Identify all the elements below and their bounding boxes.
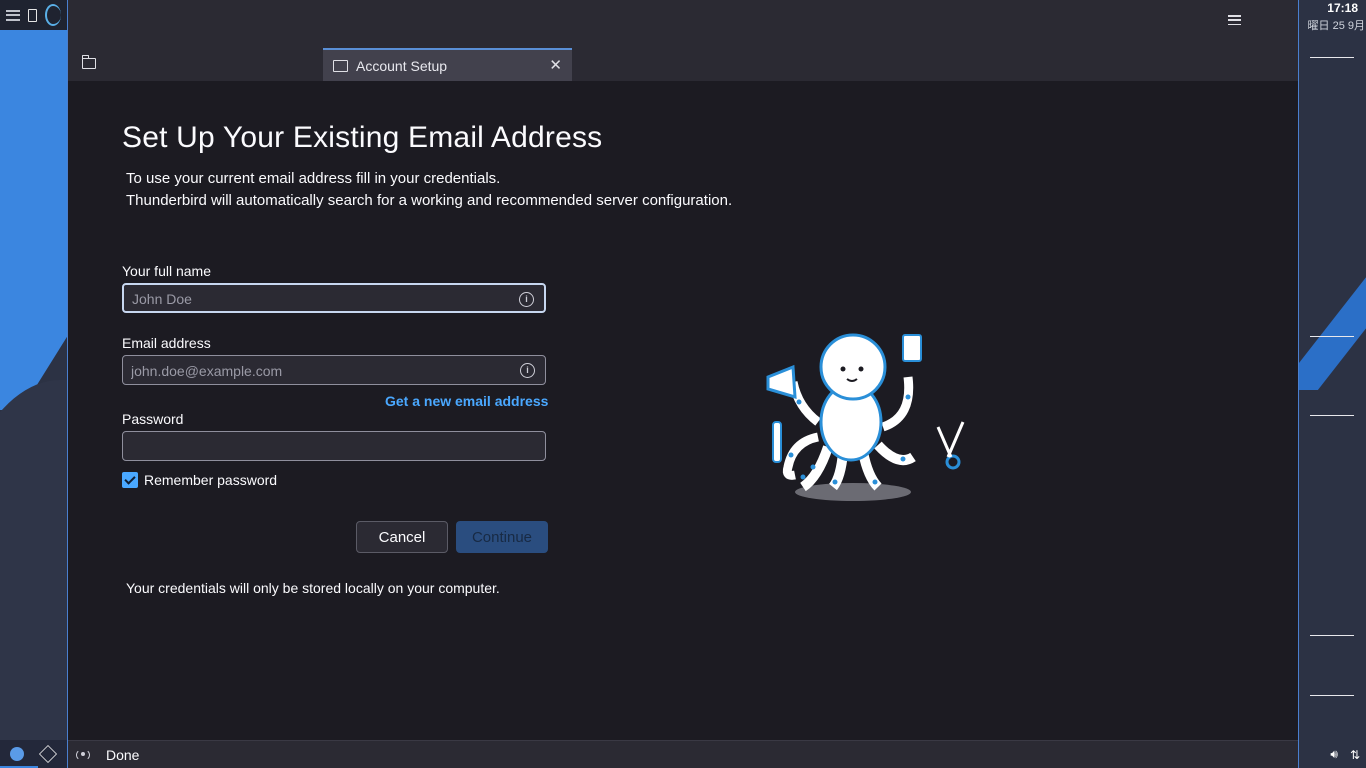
- name-label: Your full name: [122, 263, 211, 279]
- remember-password-label[interactable]: Remember password: [144, 472, 277, 488]
- password-label: Password: [122, 411, 184, 427]
- cancel-button[interactable]: Cancel: [356, 521, 448, 553]
- network-activity-icon: [76, 748, 90, 761]
- tab-strip: Account Setup ✕: [68, 44, 1298, 82]
- folder-icon[interactable]: [81, 55, 96, 69]
- app-launcher-icon[interactable]: [45, 4, 61, 26]
- name-input[interactable]: [124, 285, 514, 313]
- page-title: Set Up Your Existing Email Address: [122, 121, 603, 154]
- browser-icon[interactable]: [10, 747, 24, 761]
- code-editor-icon[interactable]: [38, 744, 58, 764]
- network-icon[interactable]: ⇅: [1350, 748, 1360, 762]
- panel-divider: [1310, 336, 1354, 337]
- credentials-note: Your credentials will only be stored loc…: [126, 580, 500, 596]
- info-icon[interactable]: i: [520, 363, 535, 378]
- hamburger-menu-icon[interactable]: [1228, 15, 1241, 25]
- close-icon[interactable]: ✕: [549, 56, 562, 74]
- status-text: Done: [106, 746, 140, 763]
- email-label: Email address: [122, 335, 211, 351]
- volume-icon[interactable]: 🔊︎: [1330, 747, 1338, 762]
- info-icon[interactable]: i: [519, 292, 534, 307]
- window-switcher-icon[interactable]: [28, 8, 37, 22]
- clock[interactable]: 17:18: [1327, 1, 1358, 15]
- thunderbird-window: Account Setup ✕ Set Up Your Existing Ema…: [67, 0, 1299, 768]
- title-bar: [68, 0, 1298, 44]
- email-field-wrapper: i: [122, 355, 546, 386]
- subtitle-line: Thunderbird will automatically search fo…: [126, 192, 733, 209]
- password-input[interactable]: [123, 432, 513, 462]
- tab-account-setup[interactable]: Account Setup ✕: [323, 48, 572, 81]
- email-input[interactable]: [123, 356, 513, 386]
- tab-label: Account Setup: [356, 57, 448, 74]
- app-menu-icon[interactable]: [6, 9, 20, 21]
- continue-button[interactable]: Continue: [456, 521, 548, 553]
- subtitle-line: To use your current email address fill i…: [126, 170, 501, 187]
- get-new-email-link[interactable]: Get a new email address: [385, 393, 548, 409]
- panel-divider: [1310, 415, 1354, 416]
- account-setup-content: Set Up Your Existing Email Address To us…: [68, 81, 1298, 741]
- panel-divider: [1310, 695, 1354, 696]
- status-bar: Done: [68, 740, 1298, 768]
- mail-icon: [333, 59, 348, 72]
- date: 曜日 25 9月: [1307, 20, 1365, 32]
- panel-divider: [1310, 635, 1354, 636]
- octopus-mascot-illustration: [766, 333, 965, 501]
- system-top-panel: [0, 0, 68, 30]
- panel-divider: [1310, 57, 1354, 58]
- system-tray: 🔊︎ ⇅: [1330, 747, 1360, 762]
- remember-password-checkbox[interactable]: [122, 472, 138, 488]
- name-field-wrapper: i: [122, 283, 546, 313]
- password-field-wrapper: [122, 431, 546, 462]
- system-right-panel: 17:18 曜日 25 9月 🔊︎ ⇅: [1298, 0, 1366, 768]
- taskbar: [0, 740, 68, 768]
